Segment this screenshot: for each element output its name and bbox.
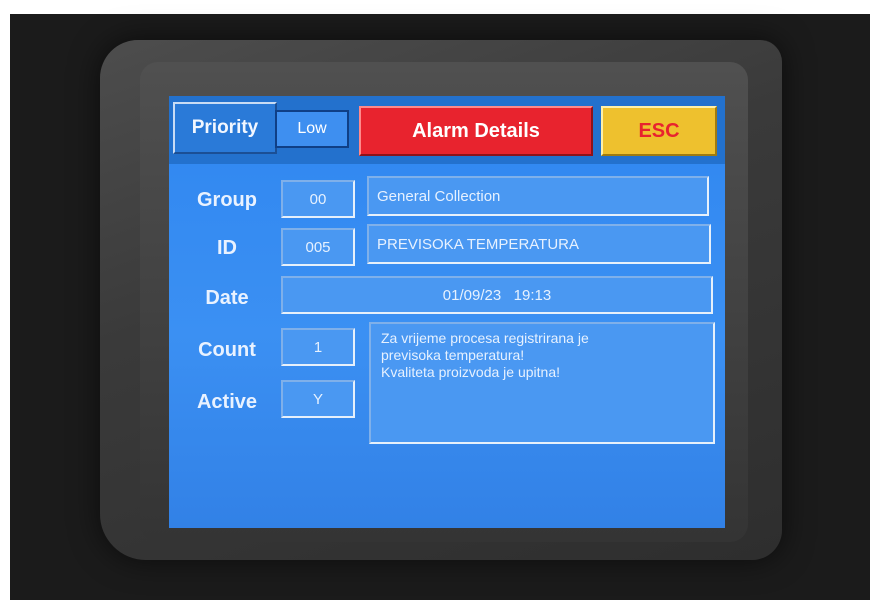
count-label: Count: [198, 338, 256, 361]
message-line: Za vrijeme procesa registrirana je: [381, 330, 589, 346]
id-name-field: PREVISOKA TEMPERATURA: [367, 224, 711, 264]
date-label: Date: [205, 286, 249, 309]
group-label: Group: [197, 188, 257, 211]
priority-label: Priority: [173, 102, 277, 154]
priority-value: Low: [275, 110, 349, 148]
id-code-field: 005: [281, 228, 355, 266]
alarm-details-title: Alarm Details: [359, 106, 593, 156]
date-field: 01/09/23 19:13: [281, 276, 713, 314]
group-name-field: General Collection: [367, 176, 709, 216]
id-label: ID: [217, 236, 237, 259]
active-label: Active: [196, 390, 258, 413]
message-line: previsoka temperatura!: [381, 347, 525, 363]
alarm-message-box: Za vrijeme procesa registrirana je previ…: [369, 322, 715, 444]
count-field: 1: [281, 328, 355, 366]
active-field: Y: [281, 380, 355, 418]
esc-button[interactable]: ESC: [601, 106, 717, 156]
message-line: Kvaliteta proizvoda je upitna!: [381, 364, 560, 380]
group-code-field: 00: [281, 180, 355, 218]
hmi-screen: Priority Low Alarm Details ESC Group 00 …: [169, 96, 725, 528]
